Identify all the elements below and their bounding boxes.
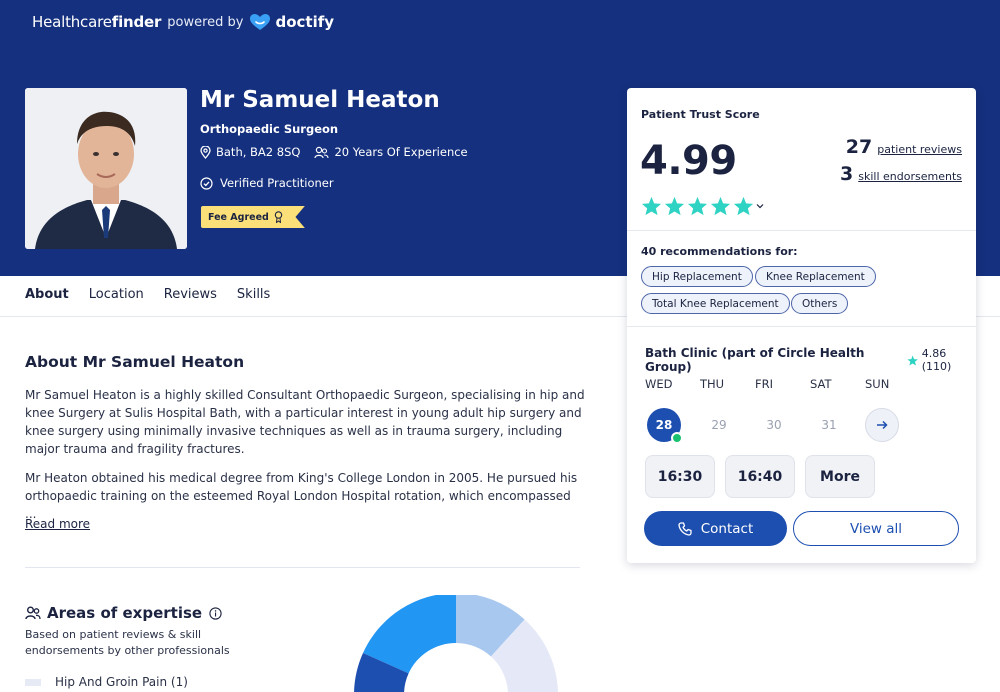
endorsements-link[interactable]: skill endorsements xyxy=(858,170,962,183)
arrow-right-icon xyxy=(877,420,888,430)
day-label: SUN xyxy=(865,377,890,391)
endorsements-row[interactable]: 3 skill endorsements xyxy=(840,163,962,185)
legend-label: Hip And Groin Pain (1) xyxy=(55,675,188,689)
doctor-photo xyxy=(25,88,187,249)
star-icon xyxy=(641,196,662,216)
star-icon xyxy=(907,355,919,365)
chip-knee-replacement[interactable]: Knee Replacement xyxy=(755,266,876,287)
trust-score-value: 4.99 xyxy=(640,138,737,184)
chip-total-knee-replacement[interactable]: Total Knee Replacement xyxy=(641,293,790,314)
star-icon xyxy=(687,196,708,216)
doctify-heart-icon xyxy=(250,14,271,30)
tab-about[interactable]: About xyxy=(25,287,69,302)
clinic-name[interactable]: Bath Clinic (part of Circle Health Group… xyxy=(645,346,900,374)
people-icon xyxy=(314,146,330,158)
day-label: FRI xyxy=(755,377,773,391)
next-dates-button[interactable] xyxy=(865,408,899,442)
info-icon[interactable] xyxy=(209,606,222,620)
expertise-heading: Areas of expertise xyxy=(25,604,228,622)
date-31[interactable]: 31 xyxy=(812,408,846,442)
expertise-subtitle: Based on patient reviews & skill endorse… xyxy=(25,628,230,657)
date-30[interactable]: 30 xyxy=(757,408,791,442)
doctor-specialty: Orthopaedic Surgeon xyxy=(200,122,339,136)
doctor-meta: Bath, BA2 8SQ 20 Years Of Experience xyxy=(200,145,482,159)
card-divider xyxy=(627,326,976,327)
trust-score-label: Patient Trust Score xyxy=(641,108,760,121)
time-slot-1640[interactable]: 16:40 xyxy=(725,455,795,498)
profile-tabs: About Location Reviews Skills xyxy=(25,287,290,302)
healthcarefinder-logo[interactable]: Healthcare finder powered by doctify xyxy=(32,13,334,31)
tab-skills[interactable]: Skills xyxy=(237,287,270,302)
patient-reviews-link[interactable]: patient reviews xyxy=(877,143,962,156)
location-item: Bath, BA2 8SQ xyxy=(200,145,300,159)
about-paragraph-1: Mr Samuel Heaton is a highly skilled Con… xyxy=(25,388,585,456)
availability-dot xyxy=(671,432,683,444)
date-number: 31 xyxy=(821,418,837,432)
expertise-donut-chart xyxy=(354,595,558,692)
chip-hip-replacement[interactable]: Hip Replacement xyxy=(641,266,753,287)
powered-by-text: powered by xyxy=(167,14,244,30)
star-icon xyxy=(664,196,685,216)
chevron-down-icon[interactable] xyxy=(756,203,764,209)
doctify-text: doctify xyxy=(275,13,335,31)
location-pin-icon xyxy=(200,145,211,159)
patient-reviews-row[interactable]: 27 patient reviews xyxy=(846,136,962,158)
date-29[interactable]: 29 xyxy=(702,408,736,442)
day-label: WED xyxy=(645,377,673,391)
star-rating[interactable] xyxy=(641,196,766,216)
date-28-selected[interactable]: 28 xyxy=(647,408,683,444)
clinic-rating: 4.86 (110) xyxy=(907,347,976,373)
tab-location[interactable]: Location xyxy=(89,287,144,302)
date-number: 28 xyxy=(655,418,673,432)
card-divider xyxy=(627,230,976,231)
fee-agreed-badge[interactable]: Fee Agreed xyxy=(201,206,305,228)
day-label: SAT xyxy=(810,377,832,391)
brand-bold-text: finder xyxy=(111,13,162,31)
time-slot-1630[interactable]: 16:30 xyxy=(645,455,715,498)
clinic-rating-value: 4.86 (110) xyxy=(921,347,952,373)
expertise-legend-item: Hip And Groin Pain (1) xyxy=(25,675,188,689)
doctor-location: Bath, BA2 8SQ xyxy=(216,145,301,159)
brand-light-text: Healthcare xyxy=(32,13,112,31)
doctor-name: Mr Samuel Heaton xyxy=(200,87,440,113)
experience-item: 20 Years Of Experience xyxy=(314,145,468,159)
expertise-title: Areas of expertise xyxy=(47,604,203,622)
verified-row: Verified Practitioner xyxy=(200,176,334,190)
booking-card: Patient Trust Score 4.99 27 patient revi… xyxy=(627,88,976,563)
date-number: 30 xyxy=(766,418,782,432)
contact-label: Contact xyxy=(700,520,754,537)
legend-swatch xyxy=(25,678,41,686)
view-all-button[interactable]: View all xyxy=(793,511,959,546)
date-number: 29 xyxy=(711,418,727,432)
tab-reviews[interactable]: Reviews xyxy=(164,287,217,302)
people-icon xyxy=(25,606,41,620)
star-icon xyxy=(710,196,731,216)
doctify-logo: doctify xyxy=(249,13,334,31)
about-heading: About Mr Samuel Heaton xyxy=(25,353,245,371)
fee-badge-label: Fee Agreed xyxy=(208,211,269,223)
recommendations-label: 40 recommendations for: xyxy=(641,245,798,258)
day-label: THU xyxy=(700,377,725,391)
phone-icon xyxy=(678,521,692,536)
read-more-link[interactable]: Read more xyxy=(25,517,90,531)
check-circle-icon xyxy=(200,176,213,190)
endorsements-count: 3 xyxy=(840,163,854,185)
star-icon xyxy=(733,196,754,216)
doctor-experience: 20 Years Of Experience xyxy=(334,145,468,159)
award-ribbon-icon xyxy=(274,211,283,223)
weekday-row: WED THU FRI SAT SUN xyxy=(645,377,920,391)
section-divider xyxy=(25,567,580,568)
verified-label: Verified Practitioner xyxy=(220,176,334,190)
chip-others[interactable]: Others xyxy=(791,293,849,314)
contact-button[interactable]: Contact xyxy=(644,511,787,546)
reviews-count: 27 xyxy=(845,136,873,158)
more-slots-button[interactable]: More xyxy=(805,455,875,498)
clinic-row: Bath Clinic (part of Circle Health Group… xyxy=(645,346,976,374)
about-paragraph-2: Mr Heaton obtained his medical degree fr… xyxy=(25,471,578,521)
